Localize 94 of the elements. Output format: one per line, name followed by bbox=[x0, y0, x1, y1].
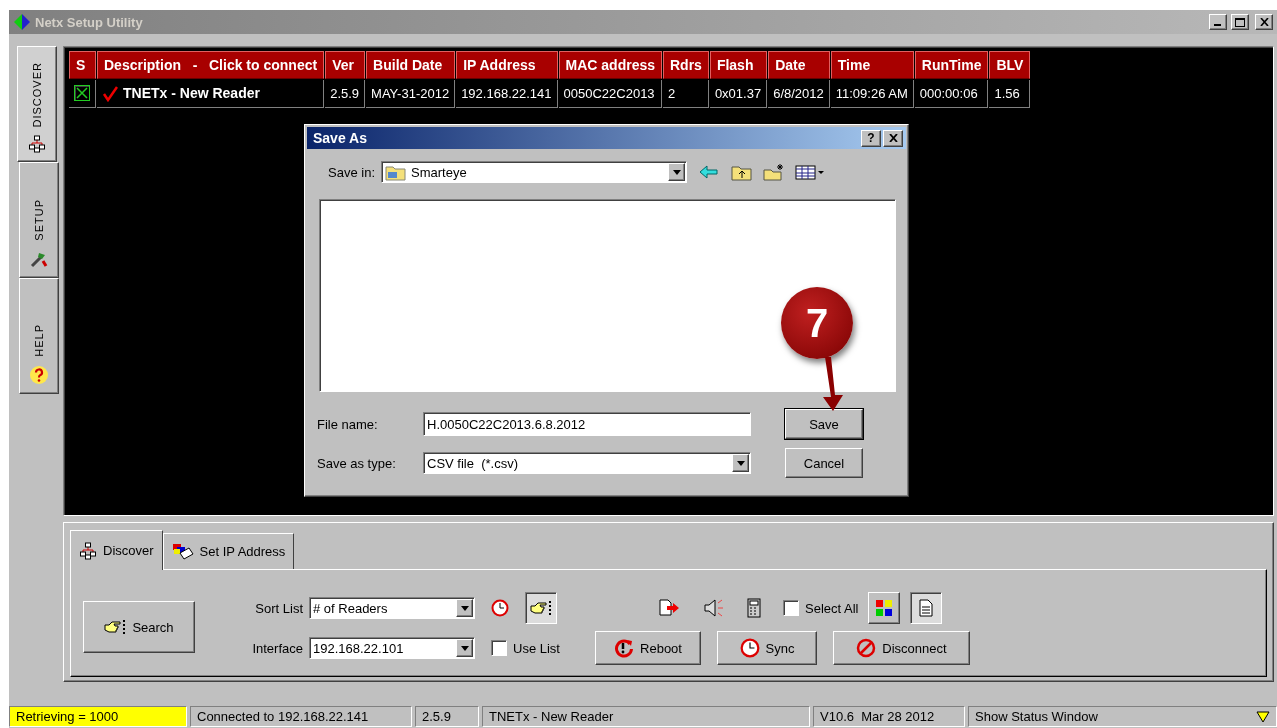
new-folder-icon[interactable] bbox=[763, 163, 785, 181]
column-header[interactable]: Rdrs bbox=[663, 51, 709, 79]
save-in-dropdown[interactable]: Smarteye bbox=[381, 161, 687, 183]
close-button[interactable] bbox=[883, 129, 903, 147]
network-tree-icon bbox=[79, 541, 97, 560]
table-cell: 0x01.37 bbox=[709, 80, 768, 108]
dropdown-triangle-icon[interactable] bbox=[1256, 710, 1270, 723]
select-all-label: Select All bbox=[805, 600, 859, 616]
action-button[interactable]: Sync bbox=[717, 631, 817, 665]
restart-icon bbox=[614, 638, 635, 658]
file-name-label: File name: bbox=[317, 416, 379, 432]
column-header[interactable]: RunTime bbox=[914, 51, 989, 79]
table-cell: 2.5.9 bbox=[325, 80, 366, 108]
status-segment: 2.5.9 bbox=[415, 706, 479, 727]
close-icon bbox=[888, 134, 898, 142]
table-cell[interactable]: TNETx - New Reader bbox=[97, 80, 325, 108]
column-header[interactable]: Date bbox=[768, 51, 830, 79]
network-card-icon bbox=[171, 542, 194, 561]
dropdown-arrow-icon bbox=[460, 605, 469, 611]
color-squares-icon bbox=[875, 599, 894, 617]
interface-label: Interface bbox=[251, 640, 303, 656]
clock-icon bbox=[739, 638, 760, 658]
view-menu-icon[interactable] bbox=[795, 164, 825, 180]
status-segment[interactable]: Show Status Window bbox=[968, 706, 1277, 727]
panel-tab[interactable]: Set IP Address bbox=[162, 533, 295, 569]
cancel-button[interactable]: Cancel bbox=[785, 448, 863, 478]
app-logo-icon bbox=[13, 13, 31, 31]
table-cell: 6/8/2012 bbox=[768, 80, 830, 108]
export-arrow-icon[interactable] bbox=[659, 599, 681, 617]
table-cell: 000:00:06 bbox=[914, 80, 989, 108]
help-icon bbox=[29, 365, 49, 385]
side-tab[interactable]: DISCOVER bbox=[17, 46, 57, 162]
use-list-label: Use List bbox=[513, 640, 560, 656]
column-header[interactable]: Description - Click to connect bbox=[97, 51, 325, 79]
close-button[interactable] bbox=[1255, 14, 1273, 30]
dropdown-arrow-icon bbox=[460, 645, 469, 651]
file-list[interactable] bbox=[319, 199, 896, 392]
status-segment: V10.6 Mar 28 2012 bbox=[813, 706, 965, 727]
table-cell: MAY-31-2012 bbox=[366, 80, 456, 108]
view-toggle[interactable] bbox=[910, 592, 943, 624]
dialog-title: Save As bbox=[313, 130, 368, 146]
use-list-checkbox[interactable] bbox=[491, 640, 507, 656]
maximize-button[interactable] bbox=[1231, 14, 1249, 30]
interface-dropdown[interactable]: 192.168.22.101 bbox=[309, 637, 475, 659]
maximize-icon bbox=[1235, 17, 1245, 27]
calculator-icon[interactable] bbox=[747, 598, 761, 618]
table-cell: 11:09:26 AM bbox=[830, 80, 914, 108]
side-tab[interactable]: HELP bbox=[19, 278, 59, 394]
window-title: Netx Setup Utility bbox=[35, 14, 144, 30]
status-segment: TNETx - New Reader bbox=[482, 706, 810, 727]
file-name-field[interactable]: H.0050C22C2013.6.8.2012 bbox=[423, 412, 751, 436]
no-entry-icon bbox=[856, 638, 877, 658]
panel-tab[interactable]: Discover bbox=[70, 530, 163, 570]
column-header[interactable]: MAC address bbox=[558, 51, 662, 79]
column-header[interactable]: BLV bbox=[989, 51, 1031, 79]
minimize-button[interactable] bbox=[1209, 14, 1227, 30]
pointing-hand-icon bbox=[530, 600, 552, 616]
up-folder-icon[interactable] bbox=[731, 163, 753, 181]
status-segment: Retrieving = 1000 bbox=[9, 706, 187, 727]
back-arrow-icon[interactable] bbox=[699, 165, 719, 179]
search-button[interactable]: Search bbox=[83, 601, 195, 653]
sort-list-dropdown[interactable]: # of Readers bbox=[309, 597, 475, 619]
close-icon bbox=[1259, 18, 1269, 26]
table-cell: 0050C22C2013 bbox=[558, 80, 662, 108]
save-button[interactable]: Save bbox=[785, 409, 863, 439]
select-all-checkbox[interactable] bbox=[783, 600, 799, 616]
dropdown-arrow-icon bbox=[672, 169, 681, 175]
column-header[interactable]: Ver bbox=[325, 51, 366, 79]
network-tree-icon bbox=[28, 135, 46, 153]
action-button[interactable]: Reboot bbox=[595, 631, 701, 665]
action-button[interactable]: Disconnect bbox=[833, 631, 970, 665]
document-icon bbox=[918, 599, 935, 617]
side-tab[interactable]: SETUP bbox=[19, 162, 59, 278]
folder-icon bbox=[385, 163, 407, 181]
pointing-hand-icon bbox=[104, 619, 127, 635]
column-header[interactable]: IP Address bbox=[456, 51, 558, 79]
column-header[interactable]: Build Date bbox=[366, 51, 456, 79]
file-type-label: Save as type: bbox=[317, 455, 397, 471]
clock-icon bbox=[491, 599, 509, 617]
row-checkbox[interactable] bbox=[74, 85, 90, 101]
dropdown-arrow-icon bbox=[736, 460, 745, 466]
sort-list-label: Sort List bbox=[254, 600, 303, 616]
save-in-label: Save in: bbox=[327, 164, 375, 180]
table-cell: 2 bbox=[663, 80, 709, 108]
help-button[interactable]: ? bbox=[861, 129, 881, 147]
table-cell: 1.56 bbox=[989, 80, 1031, 108]
status-segment: Connected to 192.168.22.141 bbox=[190, 706, 412, 727]
file-type-dropdown[interactable]: CSV file (*.csv) bbox=[423, 452, 751, 474]
column-header[interactable]: Flash bbox=[709, 51, 768, 79]
speaker-icon[interactable] bbox=[703, 598, 725, 618]
column-header[interactable]: S bbox=[69, 51, 96, 79]
pointer-toggle[interactable] bbox=[525, 592, 557, 624]
column-header[interactable]: Time bbox=[830, 51, 914, 79]
table-cell: 192.168.22.141 bbox=[456, 80, 558, 108]
